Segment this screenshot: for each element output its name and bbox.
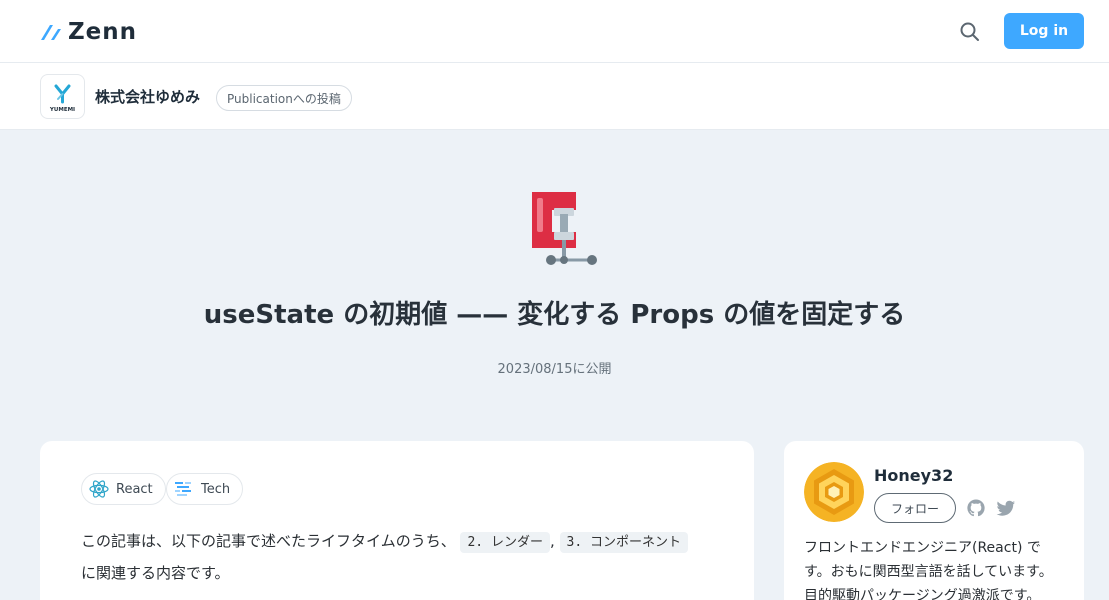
- github-link[interactable]: [966, 498, 986, 518]
- react-icon: [88, 478, 110, 500]
- login-button[interactable]: Log in: [1004, 13, 1084, 49]
- topic-label: Tech: [201, 481, 231, 497]
- article-text: この記事は、以下の記事で述べたライフタイムのうち、: [81, 532, 456, 550]
- author-avatar[interactable]: [804, 462, 864, 522]
- zenn-logo-icon: [41, 25, 61, 40]
- comma: ,: [549, 532, 555, 550]
- svg-text:YUMEMI: YUMEMI: [49, 107, 75, 113]
- tech-icon: [173, 478, 195, 500]
- publication-bar: YUMEMI 株式会社ゆめみ Publicationへの投稿: [0, 63, 1109, 130]
- follow-button[interactable]: フォロー: [874, 493, 956, 523]
- publication-logo[interactable]: YUMEMI: [40, 74, 85, 119]
- publication-badge: Publicationへの投稿: [216, 85, 352, 111]
- search-button[interactable]: [958, 20, 982, 44]
- search-icon: [960, 22, 979, 41]
- author-card: Honey32 フォロー フロントエンドエンジニア(React) です。おもに関…: [784, 441, 1084, 600]
- article-body-card: React Tech この記事は、以下の記事で述べたライフタイムのうち、 2. …: [40, 441, 754, 600]
- inline-code: 3. コンポーネント: [559, 532, 689, 553]
- topic-react[interactable]: React: [81, 473, 166, 505]
- twitter-link[interactable]: [996, 498, 1016, 518]
- published-date: 2023/08/15に公開: [497, 362, 612, 377]
- twitter-icon: [996, 500, 1015, 516]
- zenn-logo-text: Zenn: [68, 19, 138, 45]
- article-paragraph-line-1: この記事は、以下の記事で述べたライフタイムのうち、 2. レンダー, 3. コン…: [81, 530, 689, 553]
- clamp-icon: [522, 188, 598, 270]
- article-paragraph-line-2: に関連する内容です。: [81, 564, 230, 582]
- article-title: useState の初期値 —— 変化する Props の値を固定する: [203, 300, 906, 330]
- zenn-logo[interactable]: Zenn: [40, 18, 137, 46]
- author-name[interactable]: Honey32: [874, 466, 953, 485]
- inline-code: 2. レンダー: [460, 532, 550, 553]
- topic-tech[interactable]: Tech: [166, 473, 244, 505]
- github-icon: [967, 499, 985, 517]
- yumemi-logo: YUMEMI: [49, 84, 75, 113]
- author-bio: フロントエンドエンジニア(React) です。おもに関西型言語を話しています。目…: [804, 540, 1053, 600]
- topic-label: React: [116, 481, 153, 497]
- publication-name[interactable]: 株式会社ゆめみ: [95, 86, 200, 107]
- site-header: Zenn Log in: [0, 0, 1109, 63]
